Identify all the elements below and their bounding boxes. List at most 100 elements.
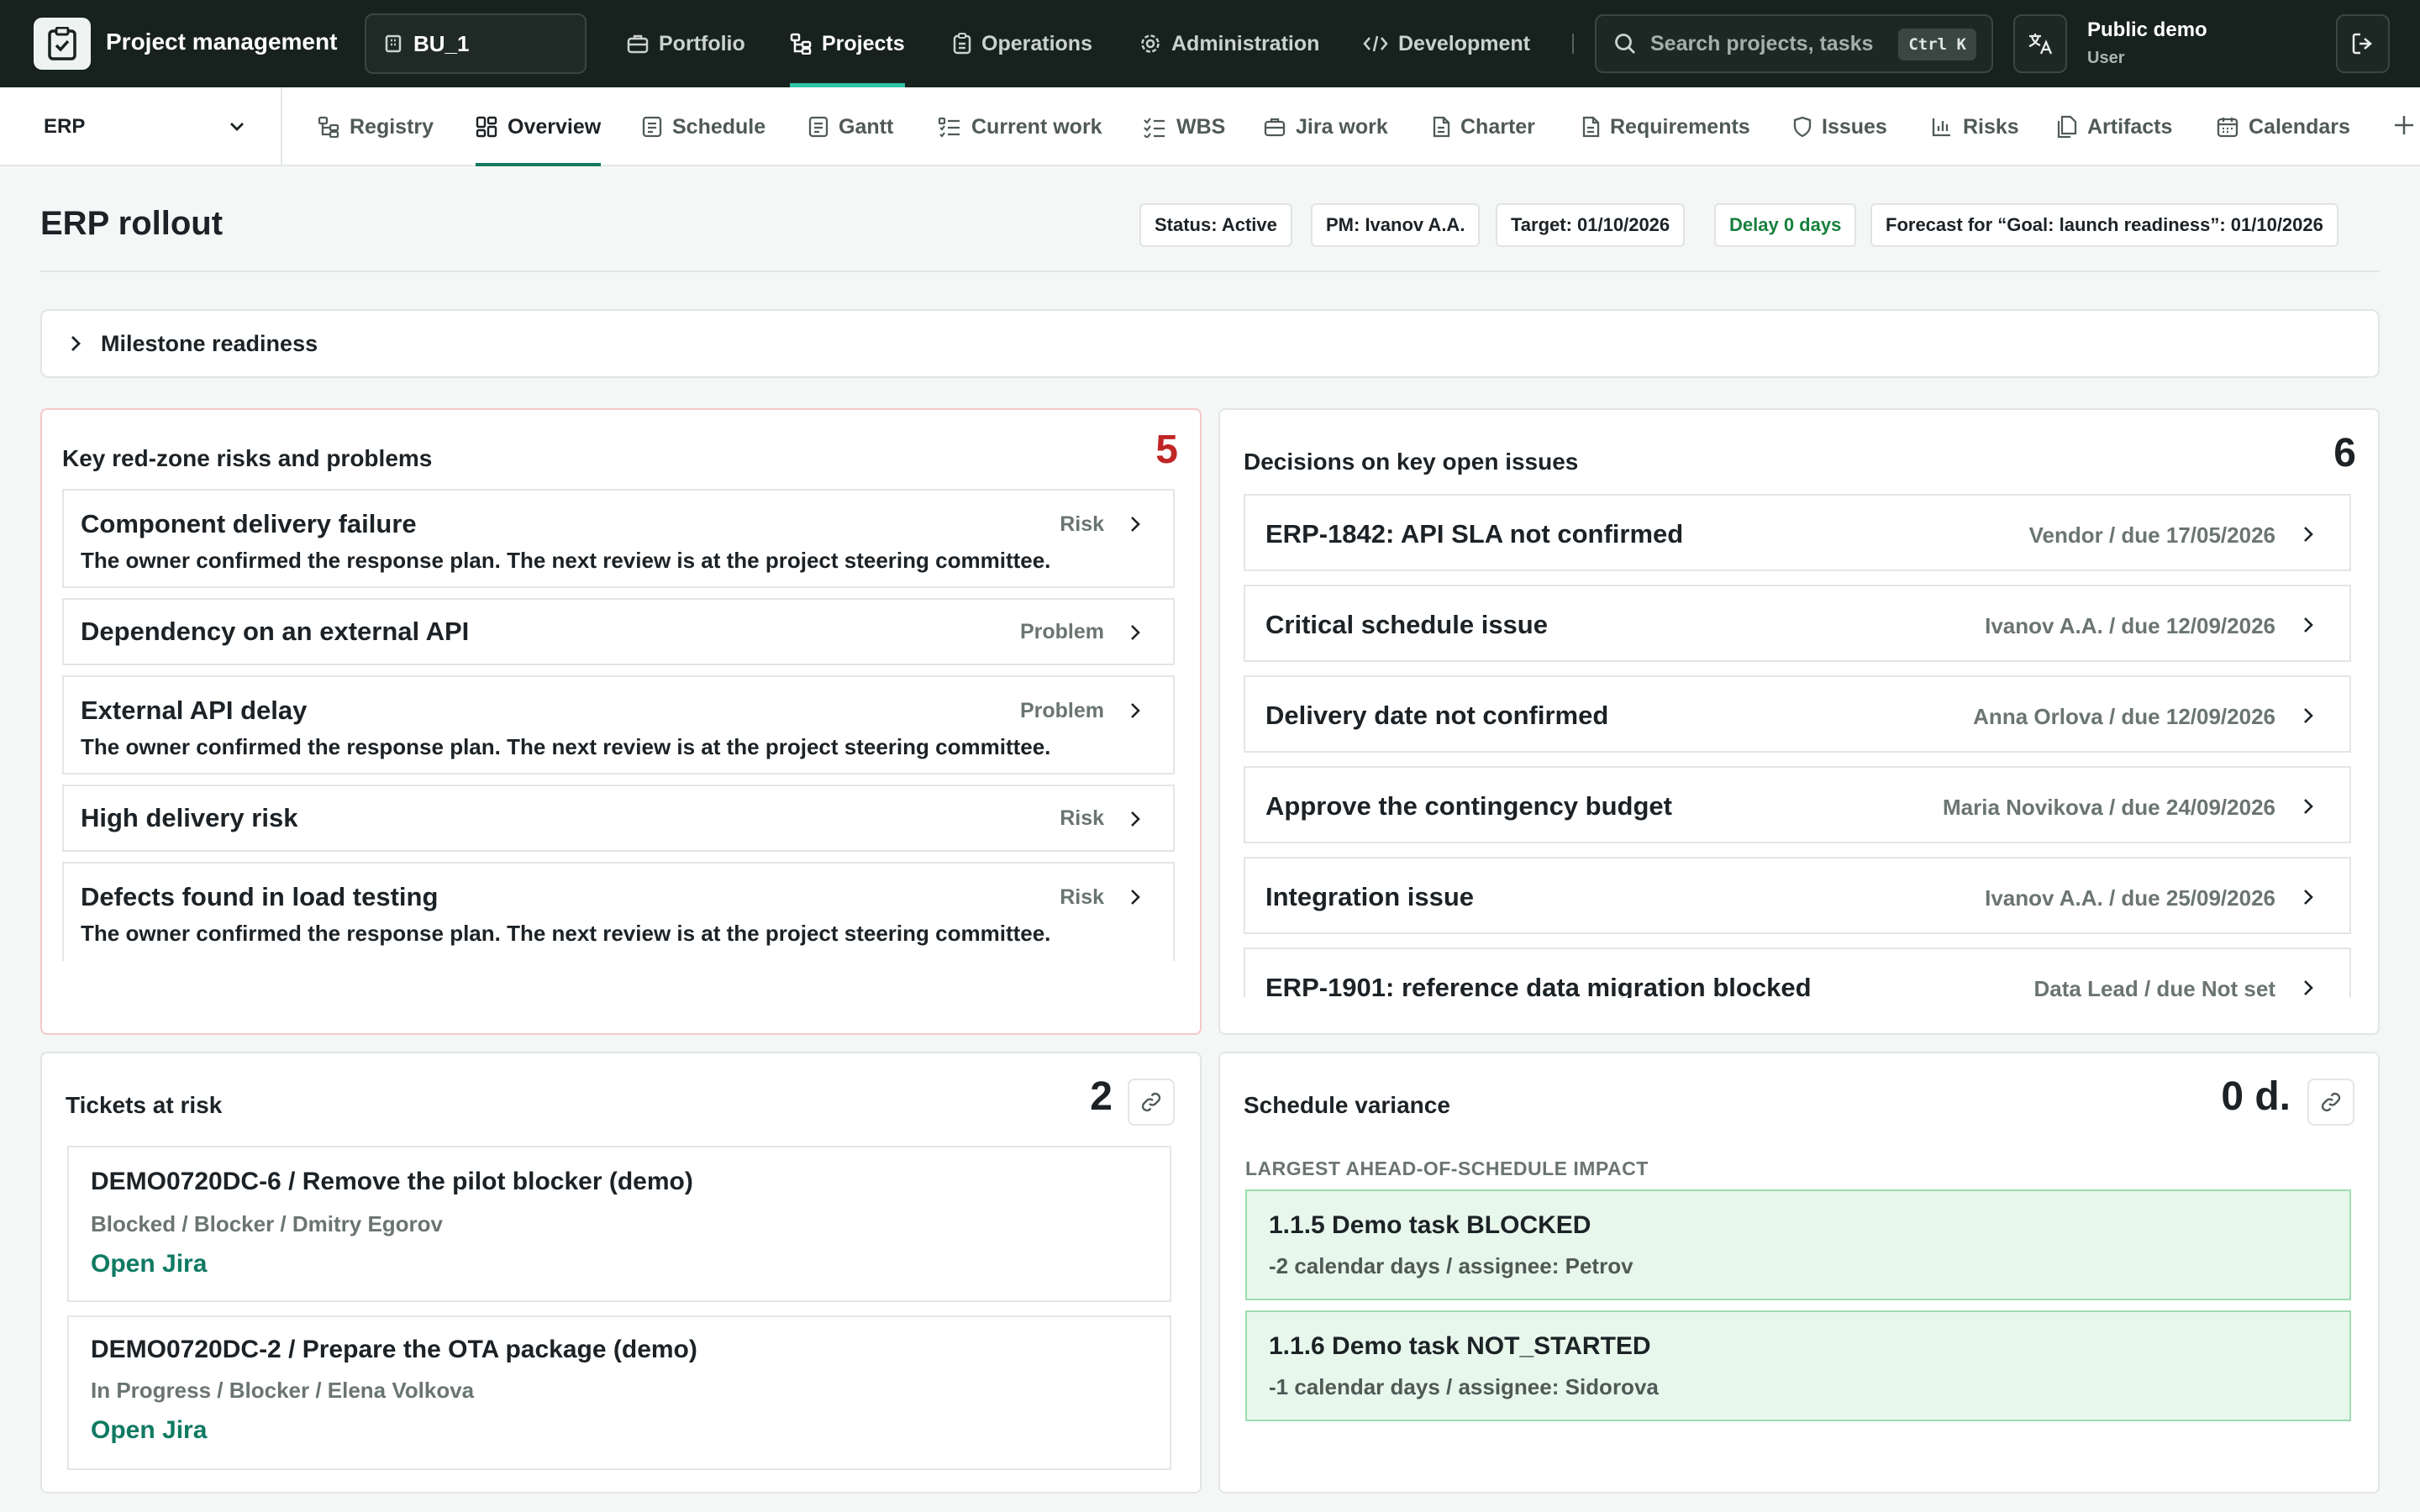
risk-item-description: The owner confirmed the response plan. T… bbox=[81, 921, 1051, 946]
document-icon bbox=[808, 116, 829, 138]
decision-item[interactable]: Integration issue Ivanov A.A. / due 25/0… bbox=[1244, 857, 2351, 934]
add-tab-icon[interactable] bbox=[2391, 113, 2417, 138]
chevron-right-icon bbox=[2304, 708, 2313, 723]
file-icon bbox=[1433, 116, 1450, 138]
milestone-readiness-toggle[interactable]: Milestone readiness bbox=[40, 309, 2380, 378]
open-jira-link[interactable]: Open Jira bbox=[91, 1416, 207, 1445]
risk-item-type: Problem bbox=[1019, 699, 1104, 722]
variance-item-details: -1 calendar days / assignee: Sidorova bbox=[1269, 1374, 1659, 1399]
logout-icon bbox=[2352, 33, 2372, 55]
tab-charter[interactable]: Charter bbox=[1432, 87, 1535, 166]
risk-item-title: Component delivery failure bbox=[81, 509, 417, 538]
business-unit-select[interactable]: BU_1 bbox=[365, 13, 587, 74]
chevron-right-icon bbox=[1131, 811, 1140, 827]
risk-item-title: Dependency on an external API bbox=[81, 617, 470, 646]
decision-item[interactable]: Approve the contingency budget Maria Nov… bbox=[1244, 766, 2351, 843]
schedule-variance-value: 0 d. bbox=[2221, 1074, 2291, 1119]
tickets-card-title: Tickets at risk bbox=[66, 1092, 223, 1118]
top-bar: Project management BU_1 Portfolio Projec… bbox=[0, 0, 2420, 87]
risk-item-type: Problem bbox=[1019, 620, 1104, 643]
ticket-title[interactable]: DEMO0720DC-2 / Prepare the OTA package (… bbox=[91, 1336, 697, 1364]
decision-item[interactable]: ERP-1901: reference data migration block… bbox=[1244, 948, 2351, 998]
language-button[interactable] bbox=[2013, 14, 2067, 73]
decision-item[interactable]: ERP-1842: API SLA not confirmed Vendor /… bbox=[1244, 494, 2351, 571]
search-shortcut: Ctrl K bbox=[1898, 29, 1976, 60]
copy-link-button[interactable] bbox=[1128, 1079, 1175, 1126]
decision-item-meta: Ivanov A.A. / due 12/09/2026 bbox=[1985, 613, 2275, 638]
search-input[interactable]: Search projects, tasks bbox=[1650, 32, 1877, 56]
ticket-item: DEMO0720DC-6 / Remove the pilot blocker … bbox=[67, 1146, 1171, 1302]
variance-item[interactable]: 1.1.6 Demo task NOT_STARTED -1 calendar … bbox=[1245, 1310, 2351, 1421]
topnav-operations[interactable]: Operations bbox=[953, 0, 1092, 87]
decision-item[interactable]: Delivery date not confirmed Anna Orlova … bbox=[1244, 675, 2351, 753]
variance-item-title: 1.1.6 Demo task NOT_STARTED bbox=[1269, 1332, 1651, 1360]
risk-item-description: The owner confirmed the response plan. T… bbox=[81, 734, 1051, 759]
risk-item[interactable]: Defects found in load testing Risk The o… bbox=[62, 862, 1175, 961]
decision-item-title: Critical schedule issue bbox=[1265, 610, 1548, 639]
tab-overview[interactable]: Overview bbox=[476, 87, 602, 166]
briefcase-icon bbox=[627, 34, 649, 54]
user-role: User bbox=[2087, 49, 2125, 67]
topnav-projects[interactable]: Projects bbox=[790, 0, 905, 87]
forecast-chip: Forecast for “Goal: launch readiness”: 0… bbox=[1870, 203, 2338, 247]
target-chip: Target: 01/10/2026 bbox=[1496, 203, 1686, 247]
decision-item-meta: Data Lead / due Not set bbox=[2033, 976, 2276, 998]
tab-wbs[interactable]: WBS bbox=[1143, 87, 1225, 166]
risk-item[interactable]: High delivery risk Risk bbox=[62, 785, 1175, 852]
topnav-portfolio[interactable]: Portfolio bbox=[627, 0, 745, 87]
app-logo-icon[interactable] bbox=[34, 18, 91, 70]
code-icon bbox=[1363, 35, 1388, 52]
logout-button[interactable] bbox=[2336, 14, 2390, 73]
calendar-icon bbox=[2217, 118, 2238, 138]
chevron-right-icon bbox=[1131, 517, 1140, 532]
open-jira-link[interactable]: Open Jira bbox=[91, 1250, 207, 1278]
variance-item[interactable]: 1.1.5 Demo task BLOCKED -2 calendar days… bbox=[1245, 1189, 2351, 1300]
global-search[interactable]: Search projects, tasks Ctrl K bbox=[1595, 14, 1993, 73]
ticket-item: DEMO0720DC-2 / Prepare the OTA package (… bbox=[67, 1315, 1171, 1470]
decisions-card: Decisions on key open issues 6 ERP-1842:… bbox=[1218, 408, 2380, 1035]
risk-item[interactable]: External API delay Problem The owner con… bbox=[62, 675, 1175, 774]
copy-link-button[interactable] bbox=[2307, 1079, 2354, 1126]
tab-gantt[interactable]: Gantt bbox=[808, 87, 893, 166]
decision-item[interactable]: Critical schedule issue Ivanov A.A. / du… bbox=[1244, 585, 2351, 662]
risk-item[interactable]: Dependency on an external API Problem bbox=[62, 598, 1175, 665]
business-unit-value: BU_1 bbox=[413, 30, 470, 56]
tab-current-work[interactable]: Current work bbox=[938, 87, 1102, 166]
project-tabs-bar: ERP Registry Overview Schedule Gantt Cur… bbox=[0, 87, 2420, 166]
variance-item-title: 1.1.5 Demo task BLOCKED bbox=[1269, 1211, 1591, 1239]
decision-item-title: Approve the contingency budget bbox=[1265, 791, 1672, 821]
topnav-administration[interactable]: Administration bbox=[1139, 0, 1319, 87]
risks-card-title: Key red-zone risks and problems bbox=[62, 445, 433, 471]
tab-registry[interactable]: Registry bbox=[318, 87, 434, 166]
tab-jira-work[interactable]: Jira work bbox=[1264, 87, 1388, 166]
decision-item-meta: Ivanov A.A. / due 25/09/2026 bbox=[1985, 885, 2275, 911]
tab-artifacts[interactable]: Artifacts bbox=[2057, 87, 2172, 166]
risk-item-type: Risk bbox=[1060, 512, 1104, 536]
risk-item-title: Defects found in load testing bbox=[81, 882, 439, 911]
project-select[interactable]: ERP bbox=[0, 87, 282, 166]
chevron-right-icon bbox=[2304, 527, 2313, 542]
bar-chart-icon bbox=[1932, 118, 1950, 137]
tab-calendars[interactable]: Calendars bbox=[2217, 87, 2350, 166]
topnav-development[interactable]: Development bbox=[1363, 0, 1530, 87]
gear-icon bbox=[1141, 34, 1160, 53]
file-icon bbox=[1582, 116, 1600, 138]
risk-item[interactable]: Component delivery failure Risk The owne… bbox=[62, 489, 1175, 588]
ticket-details: Blocked / Blocker / Dmitry Egorov bbox=[91, 1211, 444, 1236]
decisions-list: ERP-1842: API SLA not confirmed Vendor /… bbox=[1244, 494, 2351, 998]
risks-list: Component delivery failure Risk The owne… bbox=[62, 489, 1175, 1018]
tab-schedule[interactable]: Schedule bbox=[642, 87, 765, 166]
ticket-title[interactable]: DEMO0720DC-6 / Remove the pilot blocker … bbox=[91, 1168, 693, 1196]
chevron-right-icon bbox=[2304, 890, 2313, 905]
user-name[interactable]: Public demo bbox=[2087, 18, 2207, 42]
tab-issues[interactable]: Issues bbox=[1793, 87, 1887, 166]
chevron-right-icon bbox=[1131, 625, 1140, 640]
tab-risks[interactable]: Risks bbox=[1931, 87, 2019, 166]
delay-chip: Delay 0 days bbox=[1714, 203, 1857, 247]
chevron-down-icon bbox=[230, 123, 244, 131]
tab-requirements[interactable]: Requirements bbox=[1581, 87, 1750, 166]
risk-item-title: High delivery risk bbox=[81, 803, 298, 832]
project-select-value: ERP bbox=[44, 115, 86, 138]
decision-item-meta: Anna Orlova / due 12/09/2026 bbox=[1973, 704, 2275, 729]
decision-item-title: Integration issue bbox=[1265, 882, 1475, 911]
